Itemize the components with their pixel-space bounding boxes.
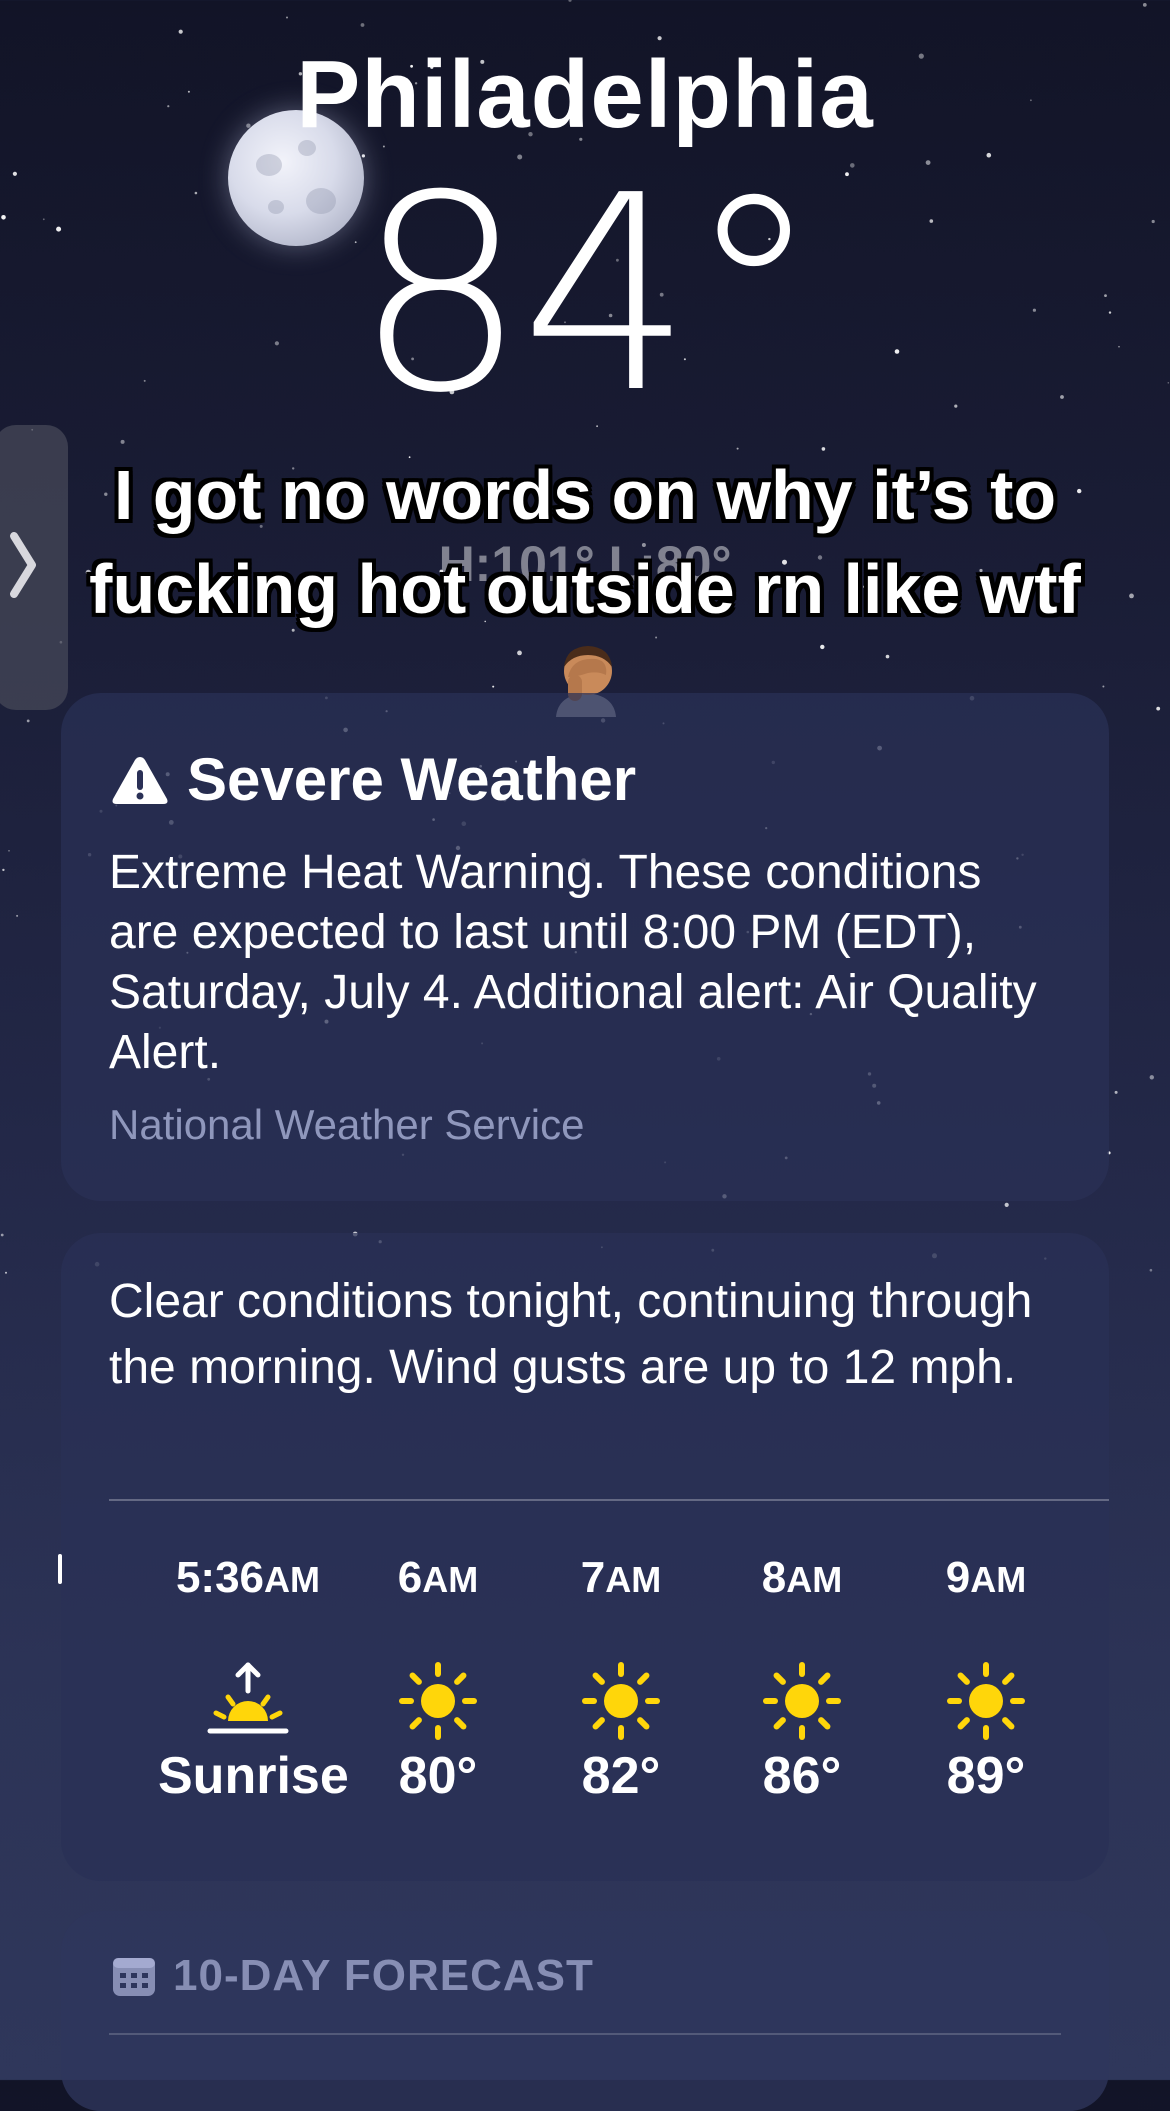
alert-title: Severe Weather: [187, 746, 637, 813]
hour-temperature: 89°: [946, 1747, 1026, 1805]
hour-value: Sunrise: [158, 1747, 349, 1805]
alert-header: Severe Weather: [111, 745, 636, 814]
severe-weather-card[interactable]: Severe Weather Extreme Heat Warning. The…: [61, 693, 1109, 1201]
ten-day-forecast-card[interactable]: 10-DAY FORECAST: [61, 1911, 1109, 2111]
calendar-icon: [113, 1958, 155, 1996]
alert-source: National Weather Service: [109, 1101, 585, 1148]
hourly-forecast-card[interactable]: Clear conditions tonight, continuing thr…: [61, 1233, 1109, 1881]
divider: [109, 2033, 1061, 2035]
hour-temperature: 80°: [398, 1747, 478, 1805]
overlay-caption: I got no words on why it’s to fucking ho…: [80, 448, 1090, 730]
sun-icon: [582, 1662, 660, 1740]
sun-icon: [399, 1662, 477, 1740]
alert-description: Extreme Heat Warning. These conditions a…: [109, 846, 1037, 1079]
city-name: Philadelphia: [296, 41, 874, 148]
forecast-title: 10-DAY FORECAST: [173, 1951, 594, 2000]
caption-text: I got no words on why it’s to fucking ho…: [89, 456, 1081, 628]
hour-time: 9AM: [945, 1553, 1027, 1602]
scroll-edge-marker: [58, 1554, 62, 1584]
sidebar-toggle-button[interactable]: [0, 425, 68, 710]
hourly-summary: Clear conditions tonight, continuing thr…: [109, 1275, 1033, 1394]
sunrise-icon: [207, 1662, 289, 1734]
hour-time: 7AM: [580, 1553, 662, 1602]
hour-time: 6AM: [397, 1553, 479, 1602]
hour-time: 8AM: [761, 1553, 843, 1602]
hourly-scroll-row[interactable]: 5:36AM Sunrise 6AM 80° 7AM 82° 8AM 86° 9…: [101, 1533, 1101, 1863]
warning-triangle-icon: [112, 756, 168, 804]
hour-time: 5:36AM: [175, 1553, 321, 1602]
hour-temperature: 82°: [581, 1747, 661, 1805]
sun-icon: [763, 1662, 841, 1740]
current-temperature: 84°: [354, 137, 822, 452]
divider: [109, 1499, 1109, 1501]
forecast-header: 10-DAY FORECAST: [111, 1951, 594, 2001]
sun-icon: [947, 1662, 1025, 1740]
hour-temperature: 86°: [762, 1747, 842, 1805]
chevron-right-icon: [10, 532, 36, 598]
